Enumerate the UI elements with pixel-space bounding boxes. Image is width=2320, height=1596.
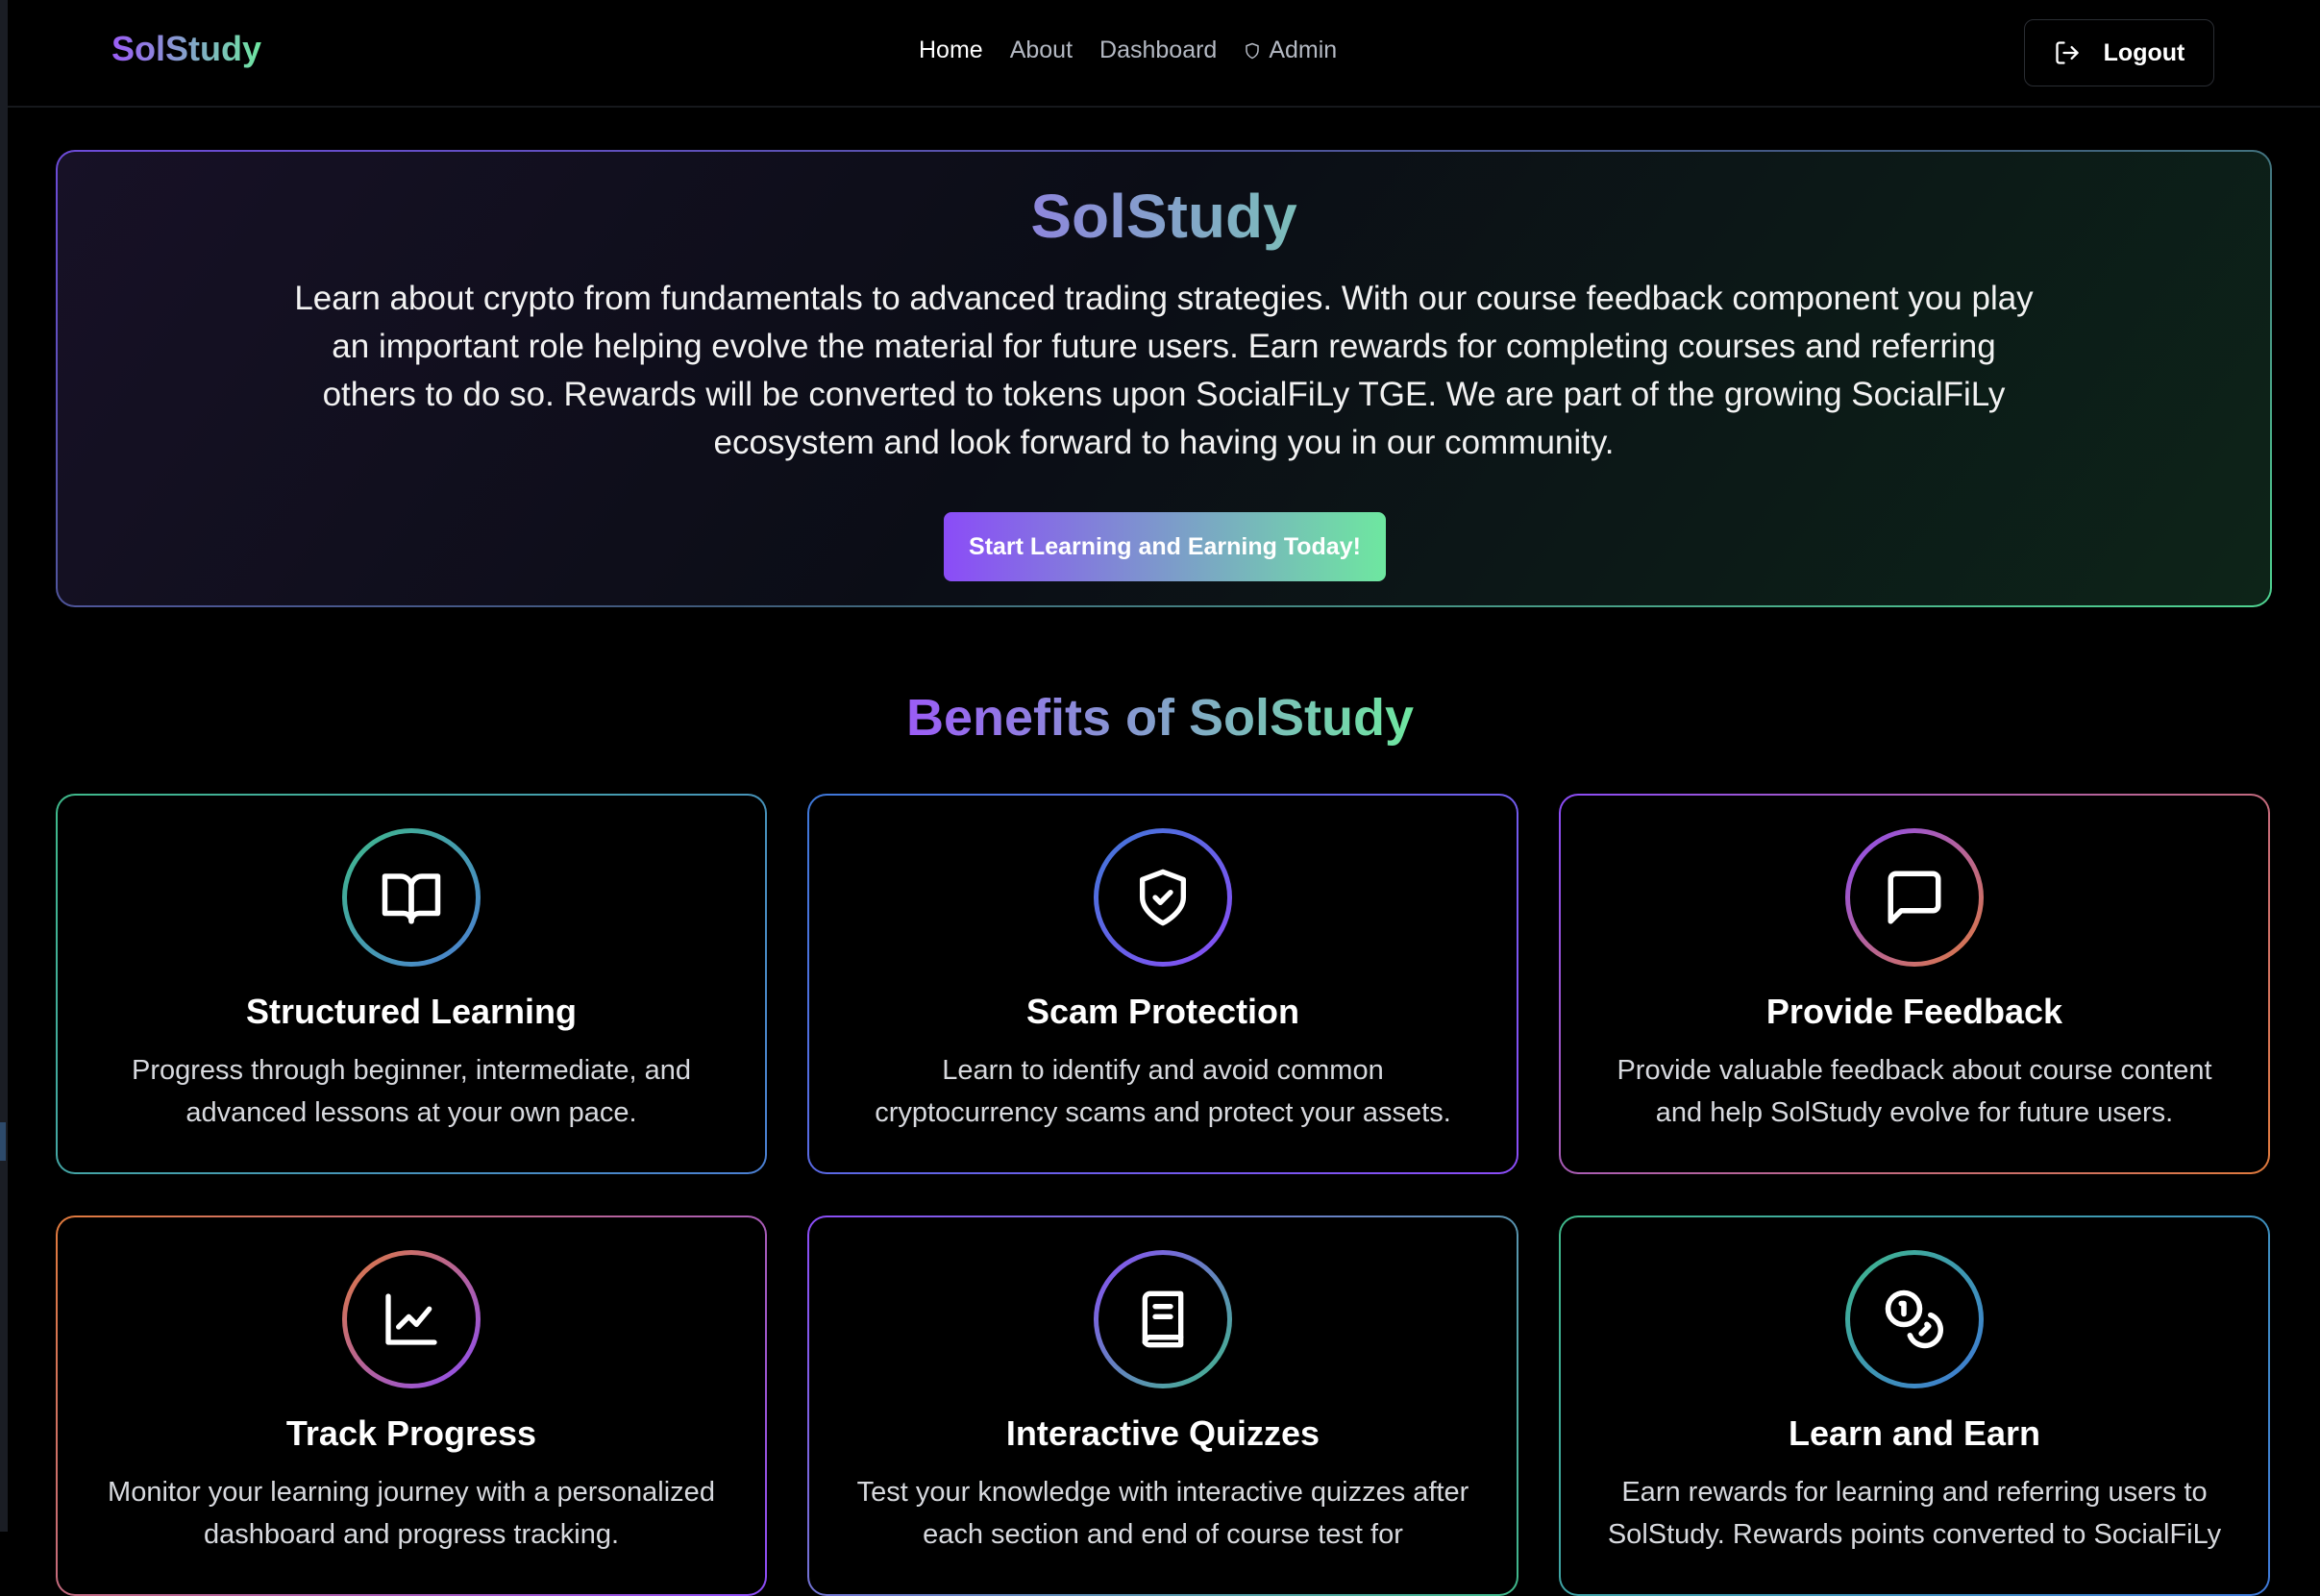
shield-check-icon <box>1140 869 1186 926</box>
benefit-card-interactive-quizzes: Interactive Quizzes Test your knowledge … <box>807 1215 1518 1596</box>
benefit-card-description: Learn to identify and avoid common crypt… <box>875 1055 1451 1128</box>
benefit-icon-ring <box>1845 1250 1984 1388</box>
benefit-icon-ring <box>1094 828 1232 967</box>
hero-content: SolStudy Learn about crypto from fundame… <box>58 152 2270 605</box>
shield-outline-icon <box>1246 42 1260 59</box>
nav-link-admin[interactable]: Admin <box>1244 37 1337 64</box>
benefit-card-description: Progress through beginner, intermediate,… <box>132 1055 691 1128</box>
benefit-card-description: Earn rewards for learning and referring … <box>1607 1477 2222 1550</box>
benefits-heading: Benefits of SolStudy <box>0 688 2320 748</box>
benefit-card-provide-feedback: Provide Feedback Provide valuable feedba… <box>1559 794 2270 1174</box>
hero-banner: SolStudy Learn about crypto from fundame… <box>56 150 2272 607</box>
window-edge-marker <box>0 1122 6 1161</box>
book-text-icon <box>1142 1290 1184 1348</box>
benefit-card-title: Learn and Earn <box>1788 1413 2041 1453</box>
nav-link-admin-label: Admin <box>1269 37 1338 63</box>
benefit-card-title: Provide Feedback <box>1765 992 2063 1031</box>
benefit-card-scam-protection: Scam Protection Learn to identify and av… <box>807 794 1518 1174</box>
line-chart-icon <box>385 1293 437 1345</box>
book-open-icon <box>382 873 441 924</box>
logout-label: Logout <box>2103 38 2185 66</box>
brand-logo[interactable]: SolStudy <box>111 29 261 69</box>
benefit-card-title: Interactive Quizzes <box>1005 1413 1320 1453</box>
benefit-card-description: Provide valuable feedback about course c… <box>1617 1055 2212 1128</box>
benefit-card-learn-and-earn: Learn and Earn Earn rewards for learning… <box>1559 1215 2270 1596</box>
benefits-heading-text: Benefits of SolStudy <box>905 689 1415 747</box>
benefit-icon-ring <box>1845 828 1984 967</box>
benefit-card-track-progress: Track Progress Monitor your learning jou… <box>56 1215 767 1596</box>
benefit-card-structured-learning: Structured Learning Progress through beg… <box>56 794 767 1174</box>
hero-description: Learn about crypto from fundamentals to … <box>294 280 2034 461</box>
benefit-icon-ring <box>1094 1250 1232 1388</box>
benefit-icon-ring <box>342 828 481 967</box>
coins-icon <box>1885 1289 1944 1349</box>
benefit-card-description: Monitor your learning journey with a per… <box>108 1477 715 1550</box>
hero-title: SolStudy <box>58 181 2270 252</box>
benefit-icon-ring <box>342 1250 481 1388</box>
window-edge <box>0 0 8 1532</box>
benefit-card-title: Track Progress <box>285 1413 537 1453</box>
navbar: SolStudy Home About Dashboard Admin Logo… <box>8 0 2320 108</box>
benefit-card-description: Test your knowledge with interactive qui… <box>856 1477 1469 1550</box>
start-learning-button[interactable]: Start Learning and Earning Today! <box>944 512 1386 581</box>
nav-link-home[interactable]: Home <box>919 37 983 64</box>
nav-link-about[interactable]: About <box>1010 37 1073 64</box>
main-nav: Home About Dashboard Admin <box>919 37 1337 64</box>
logout-button[interactable]: Logout <box>2024 19 2214 86</box>
message-square-icon <box>1888 871 1941 924</box>
benefit-card-title: Scam Protection <box>1025 992 1300 1031</box>
logout-icon <box>2055 41 2079 64</box>
benefit-card-title: Structured Learning <box>245 992 578 1031</box>
nav-link-dashboard[interactable]: Dashboard <box>1099 37 1217 64</box>
